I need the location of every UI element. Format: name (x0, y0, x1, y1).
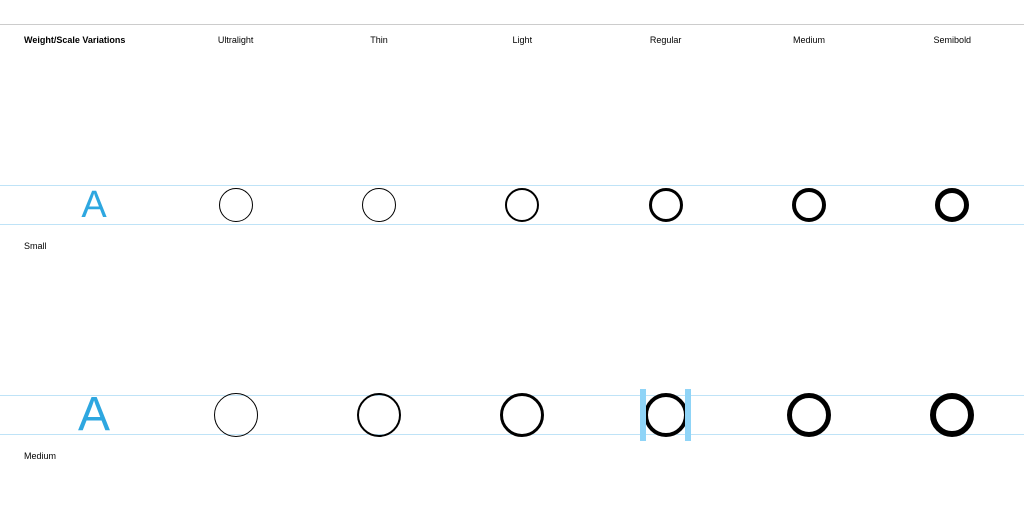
circle-icon (219, 188, 253, 222)
circle-icon (214, 393, 258, 437)
col-head-thin: Thin (307, 35, 450, 45)
col-head-semibold: Semibold (881, 35, 1024, 45)
header-row: Weight/Scale Variations Ultralight Thin … (0, 25, 1024, 45)
selection-bar (685, 389, 691, 441)
circle-icon (649, 188, 683, 222)
col-head-ultralight: Ultralight (164, 35, 307, 45)
symbol-cell[interactable] (737, 393, 880, 437)
symbol-cell[interactable] (307, 393, 450, 437)
circle-icon (362, 188, 396, 222)
symbol-cell[interactable] (307, 188, 450, 222)
circle-icon (505, 188, 539, 222)
circle-icon (792, 188, 826, 222)
row-label-small: Small (24, 241, 47, 251)
symbol-cell[interactable] (594, 188, 737, 222)
symbol-cell[interactable] (451, 393, 594, 437)
col-head-regular: Regular (594, 35, 737, 45)
symbol-cell[interactable] (164, 188, 307, 222)
selection-bar (640, 389, 646, 441)
symbol-cell[interactable] (881, 393, 1024, 437)
symbol-cell[interactable] (451, 188, 594, 222)
selection-indicator (594, 393, 737, 437)
circle-icon (500, 393, 544, 437)
scale-row-small: A Small (0, 175, 1024, 235)
reference-glyph: A (24, 186, 164, 224)
col-head-light: Light (451, 35, 594, 45)
col-head-medium: Medium (737, 35, 880, 45)
scale-row-medium: A Medium (0, 385, 1024, 445)
circle-icon (930, 393, 974, 437)
symbol-cell[interactable] (164, 393, 307, 437)
circle-icon (644, 393, 688, 437)
row-label-medium: Medium (24, 451, 56, 461)
header-title: Weight/Scale Variations (24, 35, 164, 45)
symbol-cell[interactable] (737, 188, 880, 222)
symbol-cell[interactable] (881, 188, 1024, 222)
symbol-cell[interactable] (594, 393, 737, 437)
circle-icon (935, 188, 969, 222)
circle-icon (787, 393, 831, 437)
reference-glyph: A (24, 391, 164, 439)
circle-icon (357, 393, 401, 437)
